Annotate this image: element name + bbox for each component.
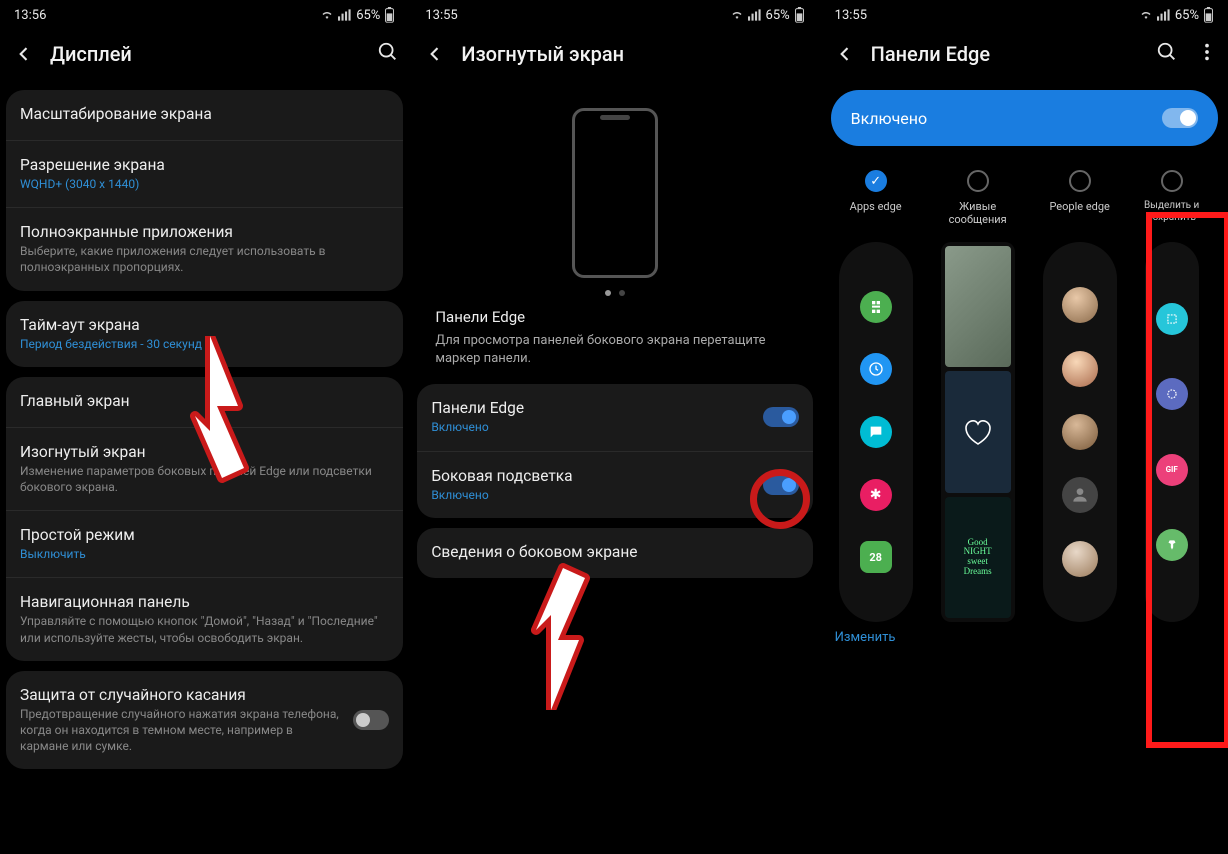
header: Дисплей <box>0 26 409 90</box>
rectangle-icon <box>1156 303 1188 335</box>
battery-pct: 65% <box>356 8 380 23</box>
gif-icon: GIF <box>1156 454 1188 486</box>
toggle-edge-panels[interactable] <box>763 407 799 427</box>
settings-list: Масштабирование экрана Разрешение экрана… <box>0 90 409 854</box>
battery-icon <box>794 7 805 23</box>
avatar <box>1062 541 1098 577</box>
wifi-icon <box>320 9 334 21</box>
more-icon[interactable] <box>1196 41 1218 67</box>
signal-icon <box>338 9 352 21</box>
status-right: 65% <box>730 7 805 23</box>
setting-resolution[interactable]: Разрешение экрана WQHD+ (3040 x 1440) <box>6 140 403 207</box>
setting-nav-bar[interactable]: Навигационная панель Управляйте с помощь… <box>6 577 403 660</box>
messages-icon <box>860 416 892 448</box>
dot <box>619 290 625 296</box>
avatar <box>1062 287 1098 323</box>
radio-people-edge[interactable] <box>1069 170 1091 192</box>
signal-icon <box>1157 9 1171 21</box>
edge-description: Панели Edge Для просмотра панелей боково… <box>417 308 812 384</box>
status-time: 13:56 <box>14 8 46 23</box>
header: Изогнутый экран <box>411 26 818 90</box>
smart-select-preview: GIF <box>1145 242 1199 622</box>
live-messages-preview: GoodNIGHTsweetDreams <box>941 242 1015 622</box>
oval-icon <box>1156 378 1188 410</box>
master-toggle-pill[interactable]: Включено <box>831 90 1218 146</box>
dot-active <box>605 290 611 296</box>
avatar <box>1062 351 1098 387</box>
setting-screen-timeout[interactable]: Тайм-аут экрана Период бездействия - 30 … <box>6 301 403 367</box>
search-icon[interactable] <box>1156 41 1178 67</box>
avatar-placeholder <box>1062 477 1098 513</box>
radio-apps-edge[interactable]: ✓ <box>865 170 887 192</box>
status-bar: 13:55 65% <box>411 0 818 26</box>
radio-live-messages[interactable] <box>967 170 989 192</box>
battery-icon <box>384 7 395 23</box>
toggle-accidental-touch[interactable] <box>353 710 389 730</box>
clock-icon <box>860 353 892 385</box>
live-thumb <box>945 246 1011 367</box>
back-button[interactable] <box>421 40 449 68</box>
toggle-edge-lighting[interactable] <box>763 475 799 495</box>
setting-edge-about[interactable]: Сведения о боковом экране <box>417 528 812 578</box>
panel-list: ✓ Apps edge ✱ 28 Живые сообщения GoodNIG… <box>821 170 1228 622</box>
back-button[interactable] <box>831 40 859 68</box>
phone-display-settings: 13:56 65% Дисплей Масштабирование экрана… <box>0 0 409 854</box>
signal-icon <box>748 9 762 21</box>
wifi-icon <box>1139 9 1153 21</box>
setting-home-screen[interactable]: Главный экран <box>6 377 403 427</box>
panel-live-messages[interactable]: Живые сообщения GoodNIGHTsweetDreams <box>933 170 1023 622</box>
setting-screen-zoom[interactable]: Масштабирование экрана <box>6 90 403 140</box>
live-thumb <box>945 371 1011 492</box>
status-time: 13:55 <box>835 8 867 23</box>
phone-preview-icon <box>572 108 658 278</box>
battery-icon <box>1203 7 1214 23</box>
avatar <box>1062 414 1098 450</box>
panel-smart-select[interactable]: Выделить и сохранить GIF <box>1137 170 1207 622</box>
status-right: 65% <box>320 7 395 23</box>
status-right: 65% <box>1139 7 1214 23</box>
battery-pct: 65% <box>1175 8 1199 23</box>
battery-pct: 65% <box>766 8 790 23</box>
master-toggle-label: Включено <box>851 109 927 128</box>
setting-edge-lighting[interactable]: Боковая подсветка Включено <box>417 451 812 518</box>
master-toggle-switch[interactable] <box>1162 108 1198 128</box>
edge-content: Панели Edge Для просмотра панелей боково… <box>411 90 818 854</box>
header: Панели Edge <box>821 26 1228 90</box>
status-bar: 13:55 65% <box>821 0 1228 26</box>
preview-area <box>417 90 812 308</box>
live-thumb: GoodNIGHTsweetDreams <box>945 497 1011 618</box>
setting-accidental-touch[interactable]: Защита от случайного касания Предотвраще… <box>6 671 403 770</box>
edit-link[interactable]: Изменить <box>821 622 1228 653</box>
setting-fullscreen-apps[interactable]: Полноэкранные приложения Выберите, какие… <box>6 207 403 290</box>
radio-smart-select[interactable] <box>1161 170 1183 192</box>
search-icon[interactable] <box>377 41 399 67</box>
people-edge-preview <box>1043 242 1117 622</box>
page-title: Панели Edge <box>871 42 1144 66</box>
setting-edge-panels[interactable]: Панели Edge Включено <box>417 384 812 450</box>
wifi-icon <box>730 9 744 21</box>
status-time: 13:55 <box>425 8 457 23</box>
page-dots <box>605 290 625 296</box>
setting-easy-mode[interactable]: Простой режим Выключить <box>6 510 403 577</box>
phone-edge-screen: 13:55 65% Изогнутый экран Панели Edge Дл… <box>411 0 818 854</box>
calendar-icon: 28 <box>860 541 892 573</box>
pin-icon <box>1156 529 1188 561</box>
asterisk-icon: ✱ <box>860 479 892 511</box>
panel-apps-edge[interactable]: ✓ Apps edge ✱ 28 <box>831 170 921 622</box>
panel-people-edge[interactable]: People edge <box>1035 170 1125 622</box>
page-title: Дисплей <box>50 42 365 66</box>
apps-edge-preview: ✱ 28 <box>839 242 913 622</box>
calculator-icon <box>860 291 892 323</box>
phone-edge-panels: 13:55 65% Панели Edge Включено ✓ Apps ed… <box>821 0 1228 854</box>
setting-edge-screen[interactable]: Изогнутый экран Изменение параметров бок… <box>6 427 403 510</box>
page-title: Изогнутый экран <box>461 42 808 66</box>
back-button[interactable] <box>10 40 38 68</box>
status-bar: 13:56 65% <box>0 0 409 26</box>
